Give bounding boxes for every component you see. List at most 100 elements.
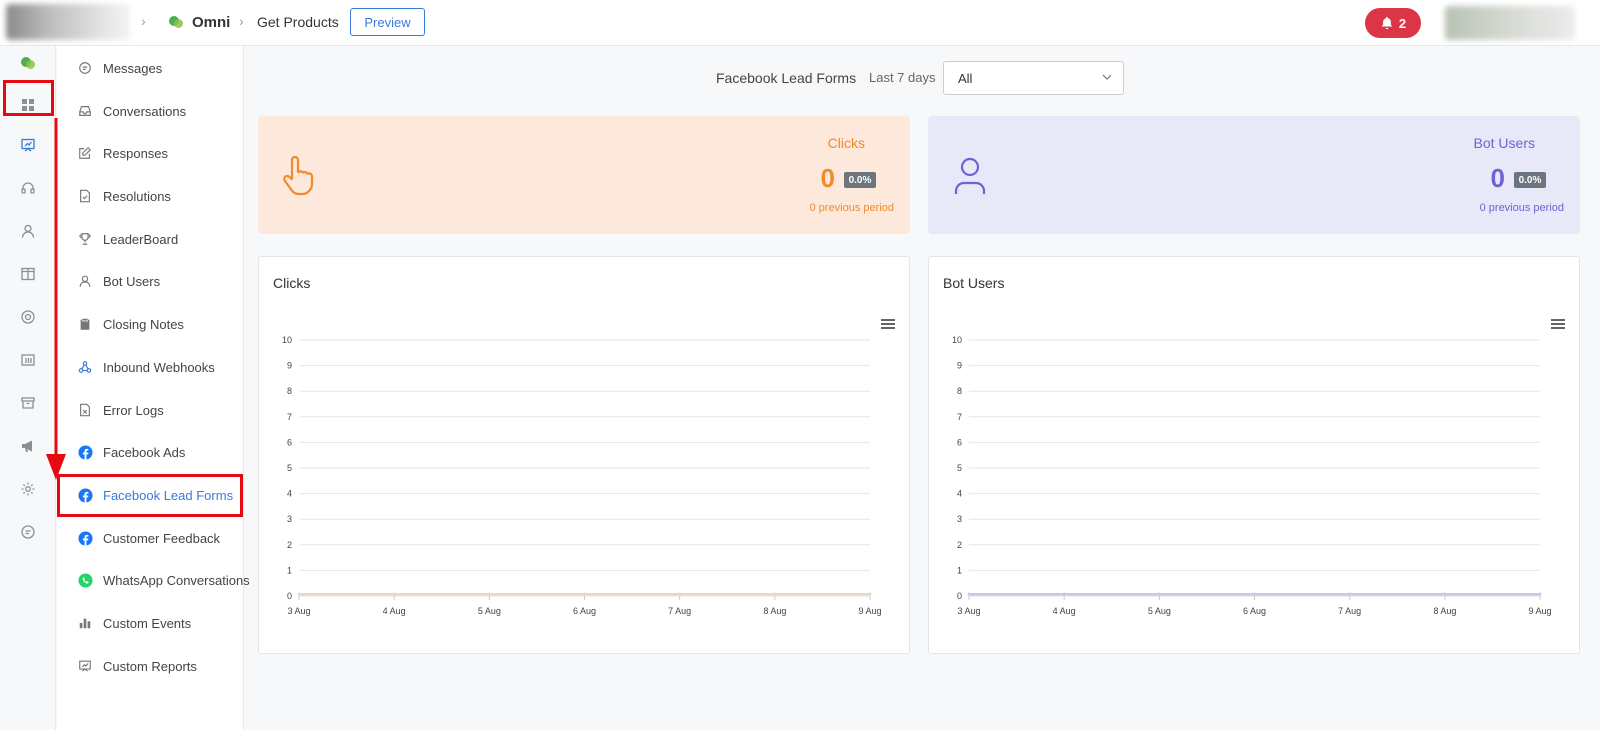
menu-item-messages[interactable]: Messages — [57, 48, 244, 88]
data-point — [1348, 592, 1352, 596]
user-menu[interactable] — [1445, 6, 1575, 40]
y-tick-label: 3 — [957, 514, 962, 524]
bell-icon — [1381, 16, 1393, 30]
y-tick-label: 8 — [957, 386, 962, 396]
x-tick-label: 9 Aug — [858, 606, 881, 616]
menu-item-customer-feedback[interactable]: Customer Feedback — [57, 518, 244, 558]
menu-item-leaderboard[interactable]: LeaderBoard — [57, 219, 244, 259]
gear-icon[interactable] — [19, 480, 37, 498]
data-point — [967, 592, 971, 596]
bot-users-chart-card: Bot Users 0 1 2 3 4 5 6 7 8 9 10 3 Aug 4 Aug 5 Aug 6 A… — [928, 256, 1580, 654]
menu-item-label: Error Logs — [103, 402, 164, 418]
menu-item-label: Customer Feedback — [103, 530, 221, 546]
menu-item-closing-notes[interactable]: Closing Notes — [57, 304, 244, 344]
data-point — [1062, 592, 1066, 596]
menu-item-responses[interactable]: Responses — [57, 133, 244, 173]
presentation-icon[interactable] — [19, 136, 37, 154]
form-filter-select[interactable]: All — [943, 61, 1124, 95]
bot-users-stat-card: Bot Users 0 0.0% 0 previous period — [928, 116, 1580, 234]
menu-item-label: Custom Events — [103, 615, 192, 631]
select-value: All — [958, 70, 973, 86]
chevron-right-icon: › — [141, 13, 146, 29]
bot-users-previous: 0 previous period — [1479, 202, 1564, 214]
x-tick-label: 3 Aug — [957, 606, 980, 616]
y-tick-label: 7 — [287, 412, 292, 422]
period-label: Last 7 days — [869, 70, 936, 85]
menu-item-whatsapp-conversations[interactable]: WhatsApp Conversations — [57, 560, 250, 600]
x-tick-label: 7 Aug — [1338, 606, 1361, 616]
clicks-chart: 0 1 2 3 4 5 6 7 8 9 10 3 Aug 4 Aug 5 Aug 6 Aug 7 Aug 8 A… — [282, 335, 882, 616]
data-point — [1443, 592, 1447, 596]
menu-item-label: Custom Reports — [103, 658, 197, 674]
bar-chart-icon — [77, 615, 93, 631]
report-title: Facebook Lead Forms — [716, 70, 857, 86]
data-point — [773, 592, 777, 596]
breadcrumb-page: Get Products — [257, 14, 339, 30]
data-point — [392, 592, 396, 596]
bot-users-title: Bot Users — [1473, 135, 1535, 151]
bot-users-chart: 0 1 2 3 4 5 6 7 8 9 10 3 Aug 4 Aug 5 Aug 6 Aug 7 Aug 8 A… — [952, 335, 1552, 616]
x-tick-label: 5 Aug — [478, 606, 501, 616]
y-tick-label: 6 — [957, 437, 962, 447]
whatsapp-icon — [77, 572, 93, 588]
clicks-title: Clicks — [827, 135, 865, 151]
menu-item-facebook-ads[interactable]: Facebook Ads — [57, 432, 244, 472]
lifebuoy-icon[interactable] — [19, 308, 37, 326]
y-tick-label: 10 — [952, 335, 962, 345]
clicks-value: 0 — [820, 163, 835, 193]
clicks-stat-card: Clicks 0 0.0% 0 previous period — [258, 116, 910, 234]
chevron-right-icon: › — [239, 13, 244, 29]
archive-icon[interactable] — [19, 394, 37, 412]
y-tick-label: 3 — [287, 514, 292, 524]
menu-item-resolutions[interactable]: Resolutions — [57, 176, 244, 216]
megaphone-icon[interactable] — [19, 437, 37, 455]
omni-chat-icon — [169, 16, 183, 28]
menu-item-custom-reports[interactable]: Custom Reports — [57, 646, 244, 686]
menu-item-label: Resolutions — [103, 188, 171, 204]
headset-icon[interactable] — [19, 179, 37, 197]
x-tick-label: 4 Aug — [1053, 606, 1076, 616]
columns-icon[interactable] — [19, 265, 37, 283]
data-point — [678, 592, 682, 596]
y-tick-label: 9 — [957, 361, 962, 371]
preview-button[interactable]: Preview — [350, 8, 425, 36]
clicks-previous: 0 previous period — [809, 202, 894, 214]
chevron-down-icon — [1102, 74, 1112, 80]
menu-item-conversations[interactable]: Conversations — [57, 91, 244, 131]
y-tick-label: 6 — [287, 437, 292, 447]
y-tick-label: 1 — [957, 565, 962, 575]
table-icon[interactable] — [19, 351, 37, 369]
menu-item-bot-users[interactable]: Bot Users — [57, 261, 244, 301]
clicks-chart-card: Clicks 0 1 2 3 4 5 6 7 8 9 10 3 Aug 4 Aug 5 Aug 6 Aug 7… — [258, 256, 910, 654]
data-point — [583, 592, 586, 596]
y-tick-label: 0 — [287, 591, 292, 601]
x-tick-label: 4 Aug — [383, 606, 406, 616]
x-tick-label: 5 Aug — [1148, 606, 1171, 616]
top-bar: › Omni › Get Products Preview 2 — [0, 0, 1600, 46]
brand-logo[interactable] — [6, 4, 130, 40]
x-tick-label: 3 Aug — [287, 606, 310, 616]
y-tick-label: 7 — [957, 412, 962, 422]
omni-chat-icon[interactable] — [19, 54, 37, 72]
menu-item-inbound-webhooks[interactable]: Inbound Webhooks — [57, 347, 244, 387]
inbox-icon — [77, 103, 93, 119]
y-tick-label: 4 — [957, 489, 962, 499]
menu-item-error-logs[interactable]: Error Logs — [57, 390, 244, 430]
message-icon — [77, 60, 93, 76]
y-tick-label: 5 — [287, 463, 292, 473]
chat-bubble-icon[interactable] — [19, 523, 37, 541]
data-point — [297, 592, 301, 596]
notifications-button[interactable]: 2 — [1365, 8, 1421, 38]
data-point — [1253, 592, 1256, 596]
reports-menu: Messages Conversations Responses Resolut… — [57, 46, 250, 730]
x-tick-label: 9 Aug — [1528, 606, 1551, 616]
x-tick-label: 7 Aug — [668, 606, 691, 616]
menu-item-label: WhatsApp Conversations — [103, 572, 250, 588]
user-icon[interactable] — [19, 222, 37, 240]
breadcrumb-app[interactable]: Omni — [192, 14, 230, 31]
bot-users-change-badge: 0.0% — [1514, 172, 1546, 188]
menu-item-custom-events[interactable]: Custom Events — [57, 603, 244, 643]
x-tick-label: 6 Aug — [573, 606, 596, 616]
menu-item-label: Closing Notes — [103, 316, 184, 332]
menu-item-label: Responses — [103, 145, 169, 161]
